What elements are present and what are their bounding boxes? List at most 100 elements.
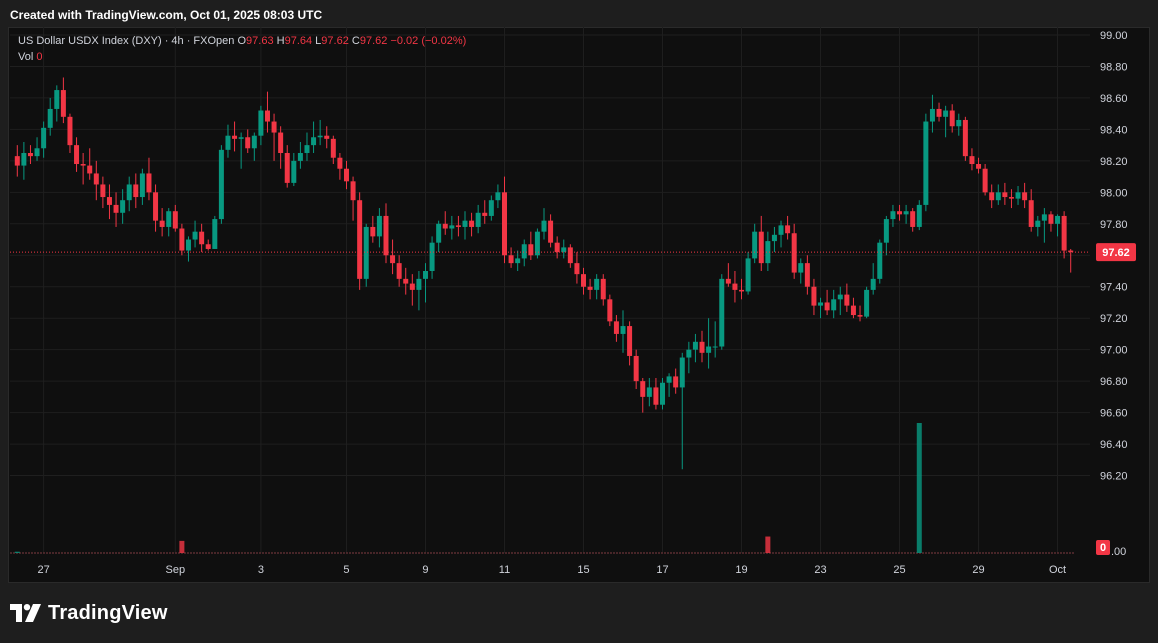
volume-value-label: 0 xyxy=(1100,542,1106,554)
time-tick-label: 29 xyxy=(972,564,984,576)
candle-body xyxy=(627,326,633,356)
legend-open-label: O xyxy=(237,35,247,47)
candle-body xyxy=(54,90,60,109)
candle-body xyxy=(989,192,995,201)
candle-body xyxy=(291,160,297,183)
candle-body xyxy=(936,108,942,117)
candle-body xyxy=(1028,200,1034,227)
candle-body xyxy=(422,271,428,279)
attribution-bar: Created with TradingView.com, Oct 01, 20… xyxy=(0,0,1158,27)
candle-body xyxy=(245,137,251,149)
time-tick-label: 11 xyxy=(499,564,510,576)
legend-volume-label[interactable]: Vol xyxy=(18,51,33,63)
candle-body xyxy=(771,234,777,242)
price-tick-label: 98.00 xyxy=(1100,187,1128,199)
candle-body xyxy=(956,119,962,127)
candle-body xyxy=(949,110,955,127)
candle-body xyxy=(278,132,284,153)
candle-body xyxy=(521,244,527,259)
candle-body xyxy=(758,231,764,264)
candle-body xyxy=(811,286,817,306)
candle-body xyxy=(692,341,698,350)
candle-body xyxy=(166,211,172,227)
candle-body xyxy=(798,263,804,273)
candle-body xyxy=(1061,215,1067,251)
candle-body xyxy=(870,278,876,290)
legend-symbol[interactable]: US Dollar USDX Index (DXY) · 4h · FXOpen xyxy=(18,35,234,47)
candle-body xyxy=(455,225,461,227)
candle-body xyxy=(877,242,883,279)
candle-body xyxy=(324,135,330,139)
legend-low-value: 97.62 xyxy=(321,35,349,47)
chart-legend: US Dollar USDX Index (DXY) · 4h · FXOpen… xyxy=(18,35,466,63)
candle-body xyxy=(179,228,185,251)
candle-body xyxy=(159,220,165,227)
candle-body xyxy=(679,357,685,388)
tradingview-logo[interactable]: TradingView xyxy=(10,600,168,626)
candle-body xyxy=(837,294,843,300)
candle-body xyxy=(258,110,264,136)
candle-body xyxy=(995,192,1001,201)
candle-body xyxy=(212,219,218,249)
price-tick-label: 97.00 xyxy=(1100,345,1128,357)
candle-body xyxy=(488,200,494,216)
candle-body xyxy=(225,135,231,150)
candle-body xyxy=(890,211,896,220)
volume-bar xyxy=(916,423,922,553)
candle-body xyxy=(1015,192,1021,199)
legend-volume-value: 0 xyxy=(36,51,43,63)
candle-body xyxy=(482,212,488,216)
candle-body xyxy=(126,184,132,201)
candle-body xyxy=(501,192,507,256)
time-tick-label: 9 xyxy=(422,564,428,576)
candle-body xyxy=(41,127,47,149)
candle-body xyxy=(943,110,949,117)
created-with-text: Created with TradingView.com, Oct 01, 20… xyxy=(10,8,323,22)
candle-body xyxy=(594,278,600,290)
candle-body xyxy=(850,305,856,316)
candle-body xyxy=(745,258,751,292)
candle-body xyxy=(581,274,587,287)
price-tick-label: 99.00 xyxy=(1100,30,1128,42)
candle-body xyxy=(14,156,20,166)
candle-body xyxy=(910,211,916,227)
candle-body xyxy=(653,387,659,405)
candle-body xyxy=(238,137,244,139)
candle-body xyxy=(541,220,547,232)
candle-body xyxy=(47,108,53,128)
time-tick-label: 15 xyxy=(577,564,589,576)
legend-volume-row: Vol 0 xyxy=(18,51,466,63)
legend-change: −0.02 (−0.02%) xyxy=(390,35,467,47)
candle-body xyxy=(752,231,758,259)
candle-body xyxy=(363,226,369,279)
time-tick-label: 5 xyxy=(343,564,349,576)
candle-body xyxy=(218,149,224,220)
candle-body xyxy=(429,242,435,271)
candle-body xyxy=(528,244,534,256)
candle-body xyxy=(600,278,606,300)
price-tick-label: 98.20 xyxy=(1100,156,1128,168)
candle-body xyxy=(962,119,968,157)
candle-body xyxy=(646,387,652,397)
candle-body xyxy=(34,148,40,157)
candle-body xyxy=(100,184,106,198)
candle-body xyxy=(778,225,784,235)
candle-body xyxy=(475,212,481,227)
price-tick-label: 97.80 xyxy=(1100,219,1128,231)
candle-body xyxy=(304,145,310,153)
candle-body xyxy=(370,226,376,237)
candle-body xyxy=(416,278,422,290)
candle-body xyxy=(897,211,903,215)
time-tick-label: Oct xyxy=(1049,564,1066,576)
price-tick-label: 97.20 xyxy=(1100,313,1128,325)
candle-body xyxy=(508,255,514,264)
candle-body xyxy=(818,302,824,306)
candle-body xyxy=(785,225,791,234)
candle-body xyxy=(106,197,112,205)
candle-body xyxy=(60,90,66,117)
candle-body xyxy=(929,108,935,122)
candle-body xyxy=(232,135,238,139)
candle-body xyxy=(857,315,863,317)
candlestick-chart[interactable]: 99.0098.8098.6098.4098.2098.0097.8097.60… xyxy=(8,27,1150,583)
candle-body xyxy=(969,156,975,165)
